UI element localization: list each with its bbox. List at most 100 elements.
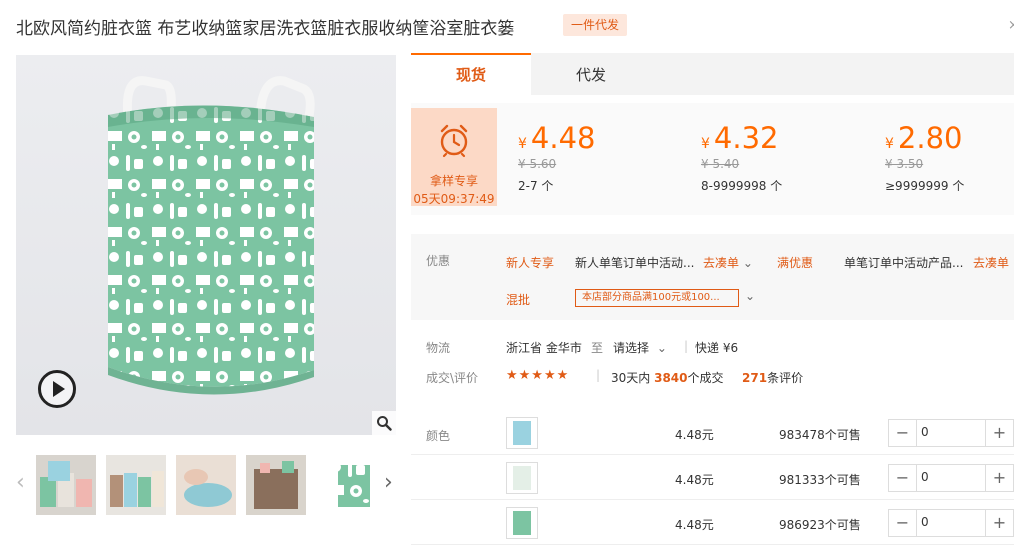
collect-order-link-1[interactable]: 去凑单 ⌄	[703, 254, 753, 271]
tier-price: 2.80	[897, 121, 963, 155]
dropship-tag[interactable]: 一件代发	[563, 14, 628, 36]
link-label: 去凑单	[703, 256, 740, 270]
thumbnail[interactable]	[176, 455, 236, 515]
shipping-fee: 快递 ¥6	[695, 341, 739, 355]
sku-price: 4.48元	[675, 518, 714, 532]
thumbnail-strip: ‹ ›	[16, 453, 400, 519]
collect-order-link-2[interactable]: 去凑单	[973, 254, 1009, 271]
thumb-image-3	[176, 455, 236, 515]
close-icon[interactable]: ×	[1008, 18, 1014, 33]
star-rating: ★★★★★	[506, 368, 570, 383]
newcomer-tag: 新人专享	[506, 256, 555, 270]
sku-price: 4.48元	[675, 473, 714, 487]
tier-old-price: ¥ 3.50	[885, 157, 924, 171]
sku-thumbnail[interactable]	[506, 417, 538, 449]
sku-row: 4.48元 981333个可售 − +	[411, 456, 1014, 500]
thumb-image-2	[106, 455, 166, 515]
logistics-label: 物流	[426, 341, 451, 355]
decrement-button[interactable]: −	[889, 420, 917, 446]
sold-count: 3840	[654, 371, 688, 385]
quantity-stepper: − +	[888, 419, 1014, 447]
offers-section: 优惠 新人专享 新人单笔订单中活动... 去凑单 ⌄ 满优惠 单笔订单中活动产品…	[411, 234, 1014, 320]
thumb-image-5	[326, 457, 382, 513]
quantity-input[interactable]	[921, 425, 981, 439]
mixed-batch-tag: 混批	[506, 293, 531, 307]
currency-symbol: ¥	[518, 136, 527, 152]
sold-suffix: 个成交	[687, 371, 724, 385]
thumb-image-1	[36, 455, 96, 515]
chevron-down-icon[interactable]: ⌄	[745, 289, 755, 303]
ship-origin: 浙江省 金华市	[506, 341, 582, 355]
increment-button[interactable]: +	[985, 510, 1013, 536]
offers-label: 优惠	[426, 254, 451, 268]
increment-button[interactable]: +	[985, 465, 1013, 491]
price-tier-2: ¥4.32 ¥ 5.40 8-9999998 个	[701, 121, 782, 194]
thumb-prev-arrow[interactable]: ‹	[16, 471, 25, 495]
chevron-down-icon: ⌄	[656, 341, 667, 355]
sku-image-green	[507, 508, 537, 538]
play-icon	[53, 381, 65, 397]
sku-thumbnail[interactable]	[506, 462, 538, 494]
sku-price: 4.48元	[675, 428, 714, 442]
sales-summary: 30天内 3840个成交	[611, 369, 724, 386]
sku-image-blue	[507, 418, 537, 448]
quantity-stepper: − +	[888, 464, 1014, 492]
review-count: 271	[742, 371, 768, 385]
promo-countdown: 05天09:37:49	[413, 192, 495, 206]
play-video-button[interactable]	[38, 370, 76, 408]
tier-old-price: ¥ 5.60	[518, 157, 557, 171]
tab-in-stock[interactable]: 现货	[411, 53, 531, 95]
tier-price: 4.32	[713, 121, 779, 155]
sku-row: 4.48元 983478个可售 − +	[411, 411, 1014, 455]
sku-image-white	[507, 463, 537, 493]
price-panel: 拿样专享 05天09:37:49 ¥4.48 ¥ 5.60 2-7 个 ¥4.3…	[411, 103, 1014, 215]
currency-symbol: ¥	[885, 136, 894, 152]
divider: |	[596, 368, 601, 382]
thumbnail[interactable]	[106, 455, 166, 515]
alarm-clock-icon	[440, 124, 468, 158]
newcomer-offer-text: 新人单笔订单中活动...	[575, 256, 695, 270]
thumb-image-4	[246, 455, 306, 515]
quantity-input[interactable]	[921, 470, 981, 484]
promo-label: 拿样专享	[429, 174, 478, 188]
review-suffix: 条评价	[767, 371, 804, 385]
tier-quantity: 2-7 个	[518, 179, 554, 193]
sample-promo-box: 拿样专享 05天09:37:49	[411, 108, 497, 206]
tier-old-price: ¥ 5.40	[701, 157, 740, 171]
stock-type-tabs: 现货 代发	[411, 53, 1014, 95]
quantity-input[interactable]	[921, 515, 981, 529]
thumbnail[interactable]	[246, 455, 306, 515]
thumbnail[interactable]	[36, 455, 96, 515]
magnifier-icon	[377, 416, 392, 431]
zoom-button[interactable]	[372, 411, 396, 435]
chevron-down-icon: ⌄	[742, 256, 753, 270]
reviews-label: 成交\评价	[426, 371, 479, 385]
tab-dropship[interactable]: 代发	[531, 53, 651, 95]
decrement-button[interactable]: −	[889, 510, 917, 536]
tier-price: 4.48	[530, 121, 596, 155]
full-discount-tag: 满优惠	[777, 256, 814, 270]
thumb-next-arrow[interactable]: ›	[384, 471, 393, 495]
divider: |	[684, 339, 689, 353]
currency-symbol: ¥	[701, 136, 710, 152]
increment-button[interactable]: +	[985, 420, 1013, 446]
review-summary[interactable]: 271条评价	[742, 369, 803, 386]
tier-quantity: ≥9999999 个	[885, 179, 965, 193]
main-product-image[interactable]	[16, 55, 396, 435]
tier-quantity: 8-9999998 个	[701, 179, 783, 193]
decrement-button[interactable]: −	[889, 465, 917, 491]
sku-stock: 986923个可售	[779, 518, 861, 532]
destination-value: 请选择	[613, 341, 650, 355]
product-title: 北欧风简约脏衣篮 布艺收纳篮家居洗衣篮脏衣服收纳筐浴室脏衣篓	[16, 19, 515, 39]
destination-select[interactable]: 请选择 ⌄	[613, 339, 667, 356]
coupon-badge[interactable]: 本店部分商品满100元或100...	[575, 289, 739, 307]
full-discount-text: 单笔订单中活动产品...	[844, 256, 964, 270]
price-tier-3: ¥2.80 ¥ 3.50 ≥9999999 个	[885, 121, 964, 194]
sku-thumbnail[interactable]	[506, 507, 538, 539]
price-tier-1: ¥4.48 ¥ 5.60 2-7 个	[518, 121, 596, 194]
sku-stock: 983478个可售	[779, 428, 861, 442]
quantity-stepper: − +	[888, 509, 1014, 537]
sku-row: 4.48元 986923个可售 − +	[411, 501, 1014, 545]
thumbnail-selected[interactable]	[324, 455, 384, 515]
ship-to-label: 至	[591, 341, 604, 355]
